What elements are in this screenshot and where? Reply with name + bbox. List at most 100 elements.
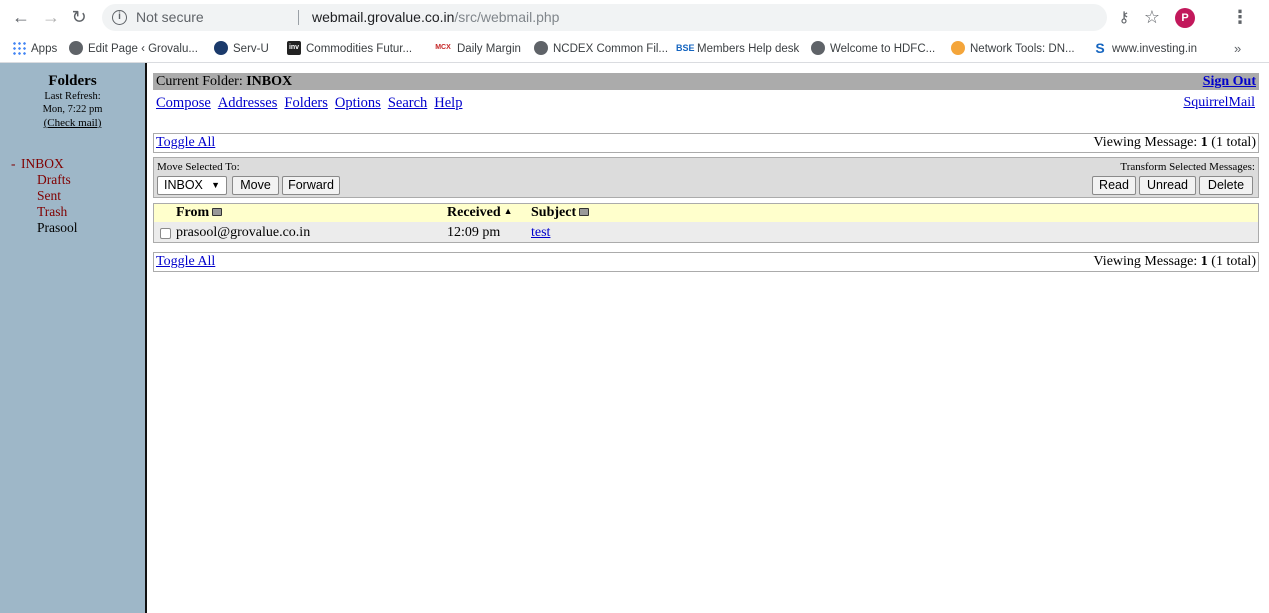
investing-icon: inv (287, 40, 301, 55)
last-refresh-label: Last Refresh: (44, 91, 101, 102)
compose-link[interactable]: Compose (156, 95, 211, 111)
network-tools-icon (951, 40, 965, 55)
url-path: /src/webmail.php (454, 9, 560, 25)
servu-icon (214, 40, 228, 55)
bottom-toggle-row: Toggle All Viewing Message: 1 (1 total) (153, 252, 1259, 272)
bookmark-ncdex[interactable]: NCDEX Common Fil... (534, 35, 668, 63)
reload-icon[interactable]: ↻ (68, 6, 90, 28)
bse-icon: BSE (676, 42, 695, 53)
folder-name[interactable]: Sent (37, 188, 61, 204)
search-link[interactable]: Search (388, 95, 427, 111)
bookmark-apps[interactable]: Apps (12, 35, 57, 63)
folders-link[interactable]: Folders (284, 95, 328, 111)
bookmark-daily-margin[interactable]: MCX Daily Margin (434, 35, 521, 63)
folder-name[interactable]: Prasool (37, 220, 78, 236)
message-received: 12:09 pm (447, 225, 501, 240)
viewing-message-status: Viewing Message: 1 (1 total) (1094, 253, 1256, 271)
forward-arrow-icon[interactable]: → (40, 6, 62, 28)
bookmark-label: Serv-U (233, 43, 269, 55)
globe-icon (811, 40, 825, 55)
info-icon[interactable]: i (112, 10, 127, 25)
folder-name[interactable]: INBOX (21, 156, 64, 172)
url-host: webmail.grovalue.co.in (312, 9, 455, 25)
key-icon[interactable]: ⚷ (1113, 4, 1135, 31)
folder-name[interactable]: Trash (37, 204, 67, 220)
folders-pane: Folders Last Refresh: Mon, 7:22 pm (Chec… (0, 63, 145, 613)
move-button[interactable]: Move (232, 176, 279, 195)
forward-button[interactable]: Forward (282, 176, 340, 195)
current-folder-label: Current Folder: (156, 74, 243, 89)
bookmark-network-tools[interactable]: Network Tools: DN... (951, 35, 1075, 63)
mcx-icon: MCX (435, 43, 451, 51)
check-mail-text[interactable]: (Check mail) (44, 117, 102, 129)
received-column-header[interactable]: Received ▲ (447, 204, 513, 222)
current-folder-marker: - (11, 156, 16, 171)
help-link[interactable]: Help (434, 95, 462, 111)
bookmark-serv-u[interactable]: Serv-U (214, 35, 269, 63)
viewing-number: 1 (1200, 254, 1208, 269)
transform-selected-label: Transform Selected Messages: (1120, 161, 1255, 173)
current-folder-bar: Current Folder: INBOX Sign Out (153, 73, 1259, 90)
bookmark-label: www.investing.in (1112, 43, 1198, 55)
unread-button[interactable]: Unread (1139, 176, 1196, 195)
bookmark-commodities[interactable]: inv Commodities Futur... (287, 35, 412, 63)
delete-button[interactable]: Delete (1199, 176, 1253, 195)
current-folder: Current Folder: INBOX (156, 73, 292, 90)
move-folder-value: INBOX (164, 178, 203, 192)
bookmark-label: NCDEX Common Fil... (553, 43, 669, 55)
column-label: Subject (531, 205, 577, 220)
profile-avatar[interactable]: P (1175, 8, 1195, 28)
message-subject-link[interactable]: test (531, 222, 550, 243)
kebab-menu-icon[interactable]: ⋮ (1231, 4, 1249, 31)
column-label: From (176, 205, 210, 220)
viewing-label: Viewing Message: (1093, 135, 1198, 150)
squirrelmail-link[interactable]: SquirrelMail (1183, 95, 1255, 111)
sort-ascending-icon[interactable]: ▲ (504, 202, 513, 220)
main-pane: Current Folder: INBOX Sign Out Compose Ad… (147, 63, 1269, 613)
more-bookmarks-icon[interactable]: » (1234, 35, 1241, 63)
viewing-number: 1 (1200, 135, 1208, 150)
not-secure-label: Not secure (136, 9, 204, 25)
sign-out-link[interactable]: Sign Out (1203, 73, 1256, 90)
sort-toggle-icon[interactable] (212, 207, 223, 216)
bookmark-members-help[interactable]: BSE Members Help desk (676, 35, 799, 63)
bookmark-label: Members Help desk (697, 43, 800, 55)
sort-toggle-icon[interactable] (579, 207, 590, 216)
bookmark-label: Welcome to HDFC... (830, 43, 936, 55)
omnibox-separator (298, 10, 299, 25)
viewing-label: Viewing Message: (1093, 254, 1198, 269)
bookmark-label: Apps (31, 43, 58, 55)
subject-column-header[interactable]: Subject (531, 204, 590, 222)
message-from: prasool@grovalue.co.in (176, 225, 311, 240)
last-refresh-time: Mon, 7:22 pm (42, 104, 103, 115)
bookmark-investing[interactable]: Swww.investing.in (1093, 35, 1197, 63)
globe-icon (534, 40, 548, 55)
bookmarks-bar: Apps Edit Page ‹ Grovalu... Serv-U inv Co… (0, 35, 1269, 63)
toggle-all-link[interactable]: Toggle All (156, 134, 215, 152)
viewing-message-status: Viewing Message: 1 (1 total) (1094, 134, 1256, 152)
toggle-all-link[interactable]: Toggle All (156, 253, 215, 271)
url-text[interactable]: webmail.grovalue.co.in/src/webmail.php (312, 4, 559, 31)
message-checkbox[interactable] (160, 228, 171, 239)
bookmark-label: Daily Margin (457, 43, 521, 55)
viewing-total: (1 total) (1211, 135, 1256, 150)
star-icon[interactable]: ☆ (1141, 4, 1163, 31)
bookmark-hdfc[interactable]: Welcome to HDFC... (811, 35, 935, 63)
read-button[interactable]: Read (1092, 176, 1136, 195)
from-column-header[interactable]: From (176, 204, 223, 222)
apps-grid-icon (12, 40, 26, 55)
move-selected-label: Move Selected To: (157, 161, 240, 173)
message-row[interactable]: prasool@grovalue.co.in 12:09 pm test (153, 222, 1259, 243)
bookmark-edit-page[interactable]: Edit Page ‹ Grovalu... (69, 35, 198, 63)
address-bar[interactable]: i Not secure webmail.grovalue.co.in/src/… (102, 4, 1107, 31)
viewing-total: (1 total) (1211, 254, 1256, 269)
move-folder-select[interactable]: INBOX ▼ (157, 176, 227, 195)
check-mail-link[interactable]: (Check mail) (0, 117, 145, 129)
addresses-link[interactable]: Addresses (218, 95, 278, 111)
bookmark-label: Commodities Futur... (306, 43, 413, 55)
bookmark-label: Network Tools: DN... (970, 43, 1075, 55)
folder-name[interactable]: Drafts (37, 172, 71, 188)
column-label: Received (447, 205, 501, 220)
options-link[interactable]: Options (335, 95, 381, 111)
back-arrow-icon[interactable]: ← (10, 6, 32, 28)
